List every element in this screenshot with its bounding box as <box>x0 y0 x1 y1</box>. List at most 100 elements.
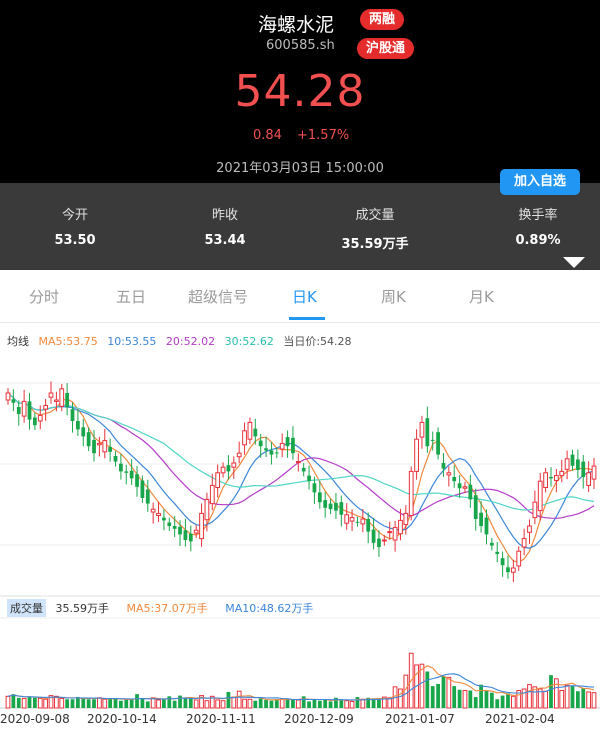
tab-monthly-k[interactable]: 月K <box>469 286 494 307</box>
kline-chart[interactable] <box>0 350 600 712</box>
candle-body <box>425 418 430 447</box>
stock-name: 海螺水泥 <box>258 14 335 36</box>
candle-body <box>92 439 96 454</box>
candle-body <box>156 512 161 516</box>
stat-label: 昨收 <box>211 208 238 223</box>
stat-volume: 成交量 35.59万手 <box>315 204 435 252</box>
tab-intraday[interactable]: 分时 <box>29 286 59 307</box>
candle-body <box>145 489 150 504</box>
candle-body <box>312 483 317 493</box>
candle-body <box>183 530 188 540</box>
volume-bar <box>344 700 350 709</box>
candle-body <box>48 392 54 398</box>
current-price: 54.28 <box>234 66 366 117</box>
candle-body <box>441 463 446 469</box>
candle-body <box>349 517 355 522</box>
price-change: 0.84 <box>253 128 282 143</box>
volume-bar <box>178 695 182 708</box>
margin-trading-badge: 两融 <box>360 9 405 30</box>
volume-bar <box>65 699 70 708</box>
candle-body <box>570 454 575 466</box>
tab-weekly-k[interactable]: 周K <box>381 286 406 307</box>
candle-body <box>27 401 32 420</box>
candle-body <box>301 467 306 472</box>
candle-body <box>285 437 290 447</box>
candle-body <box>129 470 134 479</box>
tab-super-signal[interactable]: 超级信号 <box>188 286 248 307</box>
candle-body <box>102 440 108 453</box>
ma5-value: MA5:53.75 <box>38 335 98 348</box>
volume-bar <box>527 684 532 709</box>
candle-body <box>135 474 139 487</box>
volume-bar <box>242 698 247 709</box>
volume-bar <box>312 699 317 708</box>
volume-bar <box>37 698 43 709</box>
volume-bar <box>506 693 510 708</box>
candle-body <box>457 483 462 489</box>
moving-average-lines <box>7 392 595 563</box>
candle-body <box>387 531 393 534</box>
candle-body <box>317 492 322 503</box>
x-tick-label: 2020-11-11 <box>186 712 256 726</box>
volume-bar <box>32 697 37 708</box>
volume-bar <box>97 697 102 709</box>
volume-bar <box>21 698 27 709</box>
add-to-watchlist-button[interactable]: 加入自选 <box>500 169 580 195</box>
volume-bar <box>591 692 597 709</box>
volume-bar <box>430 686 435 708</box>
candle-body <box>199 512 204 540</box>
candle-body <box>279 442 285 450</box>
candle-body <box>446 472 452 476</box>
ma30-value: 30:52.62 <box>224 335 274 348</box>
stat-label: 今开 <box>61 208 88 223</box>
tab-daily-k[interactable]: 日K <box>292 286 317 307</box>
volume-bar <box>549 675 553 708</box>
candle-body <box>204 498 210 521</box>
candle-body <box>591 465 597 480</box>
stat-prev-close: 昨收 53.44 <box>165 204 285 248</box>
candle-body <box>506 567 510 573</box>
candle-body <box>226 465 231 472</box>
volume-bar <box>575 691 580 708</box>
candle-body <box>119 463 123 472</box>
candle-body <box>124 471 129 473</box>
volume-bar <box>479 684 483 708</box>
candle-body <box>549 477 553 479</box>
candle-body <box>436 432 440 455</box>
candle-body <box>516 550 522 567</box>
volume-bar <box>301 696 306 708</box>
volume-bar <box>108 698 113 708</box>
candle-body <box>521 538 527 548</box>
volume-bar <box>253 700 258 708</box>
candle-body <box>366 519 371 532</box>
candle-body <box>344 514 350 524</box>
volume-bar <box>193 699 199 709</box>
x-tick-label: 2020-12-09 <box>284 712 354 726</box>
candle-body <box>247 421 253 440</box>
volume-bar <box>553 678 559 709</box>
candle-body <box>5 392 11 401</box>
volume-bar <box>328 701 333 708</box>
volume-bar <box>11 694 16 708</box>
volume-bar <box>360 698 366 709</box>
candle-body <box>269 450 274 455</box>
volume-bar <box>473 697 478 708</box>
candle-body <box>323 500 328 508</box>
candle-body <box>188 533 193 542</box>
candle-body <box>81 427 86 437</box>
candle-body <box>510 567 516 573</box>
volume-bar <box>247 698 253 709</box>
volume-bar <box>220 700 226 709</box>
x-tick-label: 2020-09-08 <box>0 712 70 726</box>
candle-body <box>76 421 80 430</box>
candle-body <box>360 518 366 525</box>
collapse-chevron-icon[interactable] <box>563 257 585 268</box>
volume-bar <box>457 689 462 708</box>
volume-bar <box>377 699 381 708</box>
volume-bar <box>484 690 489 708</box>
stat-value: 53.44 <box>204 233 246 248</box>
volume-bar <box>446 676 452 709</box>
tab-five-day[interactable]: 五日 <box>116 286 146 307</box>
volume-bar <box>317 700 322 708</box>
candle-body <box>414 438 419 472</box>
